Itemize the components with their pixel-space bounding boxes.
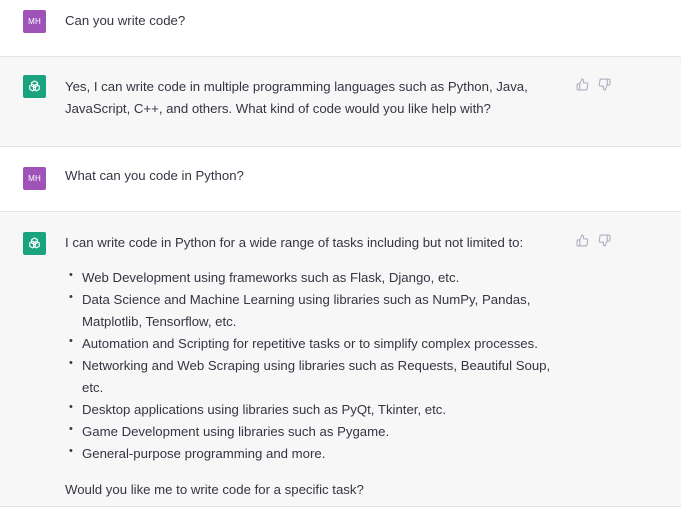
list-item-text: Desktop applications using libraries suc… [82,402,447,417]
list-item-text: General-purpose programming and more. [82,446,326,461]
thumbs-down-icon [598,78,611,91]
list-item-text: Automation and Scripting for repetitive … [82,336,538,351]
assistant-intro-text: I can write code in Python for a wide ra… [65,235,524,250]
assistant-avatar [23,232,46,255]
thumbs-up-button[interactable] [575,77,590,92]
list-item-text: Networking and Web Scraping using librar… [82,358,551,395]
thumbs-up-button[interactable] [575,233,590,248]
assistant-message-text: Yes, I can write code in multiple progra… [65,79,528,116]
list-item: • Web Development using frameworks such a… [69,269,460,285]
assistant-message: I can write code in Python for a wide ra… [0,212,681,507]
user-message-text: What can you code in Python? [65,168,244,183]
capability-list: • Web Development using frameworks such a… [65,267,571,465]
feedback-actions [575,77,612,92]
assistant-message: Yes, I can write code in multiple progra… [0,57,681,147]
assistant-message-body: I can write code in Python for a wide ra… [65,232,571,501]
assistant-avatar [23,75,46,98]
user-message: MH Can you write code? [0,0,681,57]
assistant-outro-text: Would you like me to write code for a sp… [65,482,364,497]
thumbs-down-icon [598,234,611,247]
list-item-text: Web Development using frameworks such as… [82,270,460,285]
list-item: • Automation and Scripting for repetitive… [69,335,538,351]
list-item: • Networking and Web Scraping using libra… [69,357,551,395]
list-item: • Data Science and Machine Learning using… [69,291,531,329]
feedback-actions [575,233,612,248]
user-avatar: MH [23,10,46,33]
openai-logo-icon [29,80,40,92]
openai-logo-icon [29,237,40,249]
list-item-text: Game Development using libraries such as… [82,424,390,439]
thumbs-down-button[interactable] [597,233,612,248]
list-item: • General-purpose programming and more. [69,445,326,461]
thumbs-up-icon [576,78,589,91]
list-item: • Game Development using libraries such a… [69,423,390,439]
user-message: MH What can you code in Python? [0,147,681,212]
list-item: • Desktop applications using libraries su… [69,401,447,417]
user-message-text: Can you write code? [65,13,186,28]
user-avatar: MH [23,167,46,190]
thumbs-up-icon [576,234,589,247]
list-item-text: Data Science and Machine Learning using … [82,292,531,329]
thumbs-down-button[interactable] [597,77,612,92]
chat-thread: MH Can you write code? Yes, I can write … [0,0,681,527]
